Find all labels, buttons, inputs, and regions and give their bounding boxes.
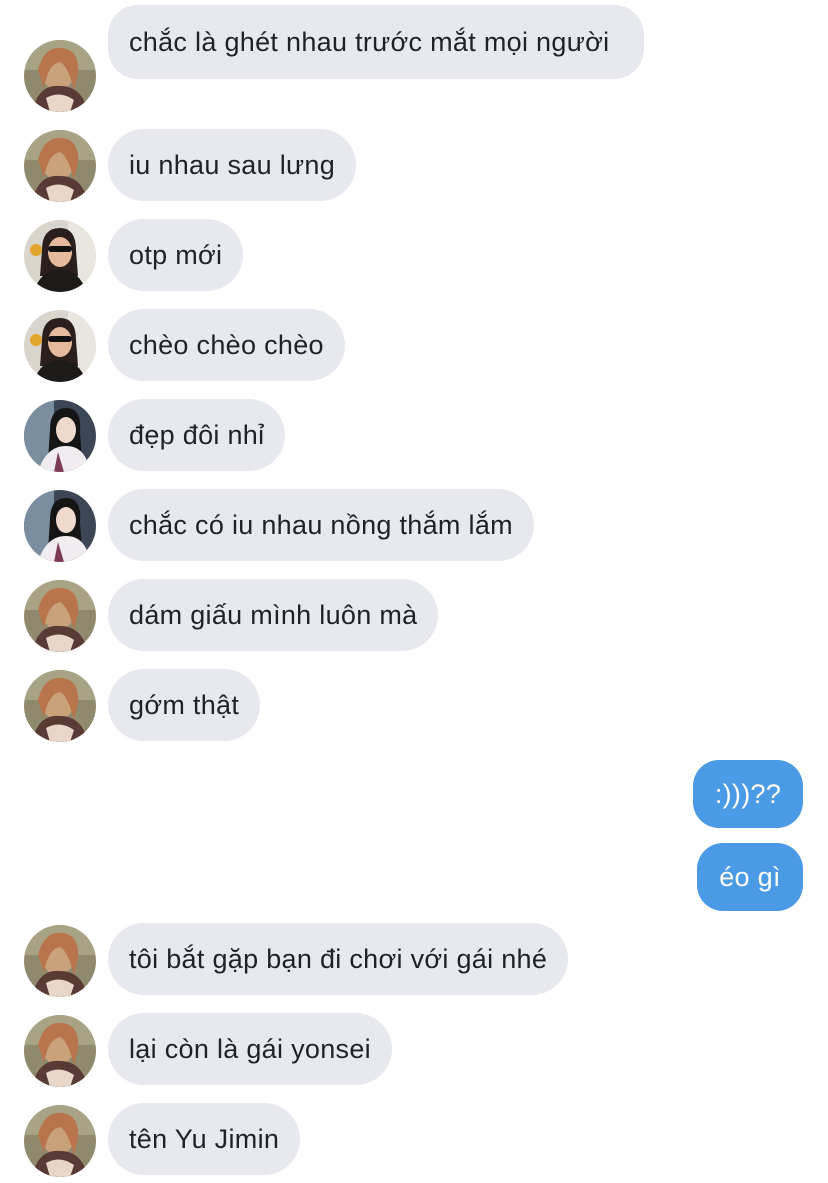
avatar[interactable]: [24, 40, 96, 112]
message-bubble-incoming[interactable]: otp mới: [108, 219, 244, 291]
avatar-user-a-icon: [24, 580, 96, 652]
avatar[interactable]: [24, 400, 96, 472]
message-text: chắc có iu nhau nồng thắm lắm: [129, 510, 513, 540]
message-text: :)))??: [714, 779, 782, 809]
message-bubble-incoming[interactable]: dám giấu mình luôn mà: [108, 579, 439, 651]
message-text: tôi bắt gặp bạn đi chơi với gái nhé: [129, 944, 548, 974]
avatar-user-b-icon: [24, 220, 96, 292]
message-bubble-incoming[interactable]: tôi bắt gặp bạn đi chơi với gái nhé: [108, 923, 569, 995]
message-text: gớm thật: [129, 690, 240, 720]
avatar-user-c-icon: [24, 490, 96, 562]
avatar[interactable]: [24, 670, 96, 742]
avatar-user-c-icon: [24, 400, 96, 472]
avatar[interactable]: [24, 130, 96, 202]
message-bubble-incoming[interactable]: chắc là ghét nhau trước mắt mọi người: [108, 5, 644, 79]
avatar-user-a-icon: [24, 40, 96, 112]
message-text: dám giấu mình luôn mà: [129, 600, 418, 630]
avatar[interactable]: [24, 490, 96, 562]
message-bubble-incoming[interactable]: đẹp đôi nhỉ: [108, 399, 286, 471]
message-text: otp mới: [129, 240, 223, 270]
avatar-user-a-icon: [24, 1015, 96, 1087]
avatar[interactable]: [24, 1015, 96, 1087]
avatar-user-b-icon: [24, 310, 96, 382]
message-text: éo gì: [719, 862, 781, 892]
message-text: tên Yu Jimin: [129, 1124, 280, 1154]
message-text: iu nhau sau lưng: [129, 150, 336, 180]
avatar[interactable]: [24, 310, 96, 382]
message-text: chèo chèo chèo: [129, 330, 324, 360]
message-text: lại còn là gái yonsei: [129, 1034, 371, 1064]
avatar[interactable]: [24, 580, 96, 652]
message-text: đẹp đôi nhỉ: [129, 420, 265, 450]
message-bubble-incoming[interactable]: chèo chèo chèo: [108, 309, 345, 381]
avatar-user-a-icon: [24, 1105, 96, 1177]
message-text: chắc là ghét nhau trước mắt mọi người: [129, 27, 610, 57]
message-bubble-outgoing[interactable]: éo gì: [697, 843, 803, 911]
message-bubble-incoming[interactable]: iu nhau sau lưng: [108, 129, 357, 201]
avatar-user-a-icon: [24, 670, 96, 742]
avatar[interactable]: [24, 925, 96, 997]
message-bubble-incoming[interactable]: lại còn là gái yonsei: [108, 1013, 392, 1085]
avatar[interactable]: [24, 1105, 96, 1177]
avatar-user-a-icon: [24, 130, 96, 202]
avatar-user-a-icon: [24, 925, 96, 997]
message-bubble-incoming[interactable]: chắc có iu nhau nồng thắm lắm: [108, 489, 534, 561]
message-bubble-incoming[interactable]: gớm thật: [108, 669, 261, 741]
avatar[interactable]: [24, 220, 96, 292]
message-bubble-outgoing[interactable]: :)))??: [693, 760, 803, 828]
message-bubble-incoming[interactable]: tên Yu Jimin: [108, 1103, 301, 1175]
chat-thread: chắc là ghét nhau trước mắt mọi người iu…: [0, 0, 828, 1183]
